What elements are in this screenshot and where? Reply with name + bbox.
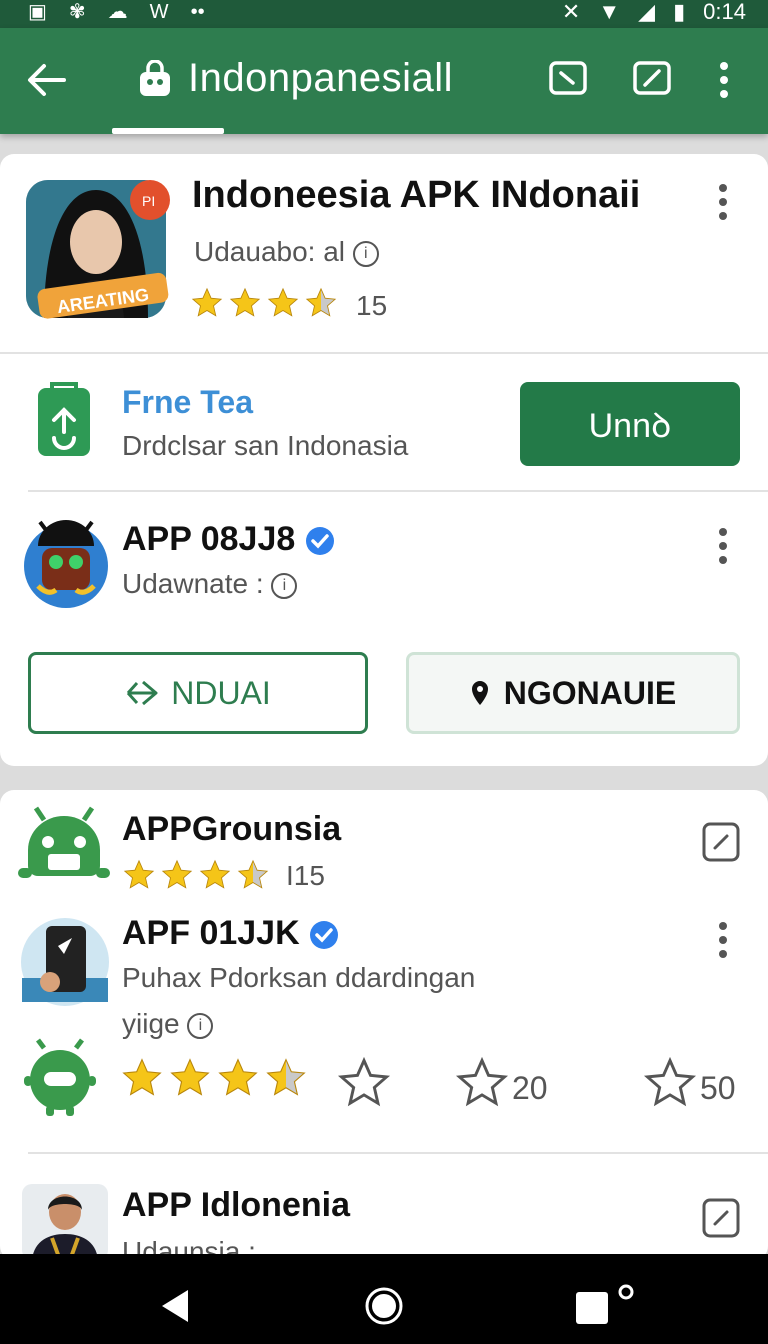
promo-subtitle: Drdclsar san Indonasia <box>122 430 409 461</box>
app-bar: Indonpanesiall <box>0 28 768 134</box>
system-nav-bar <box>0 1254 768 1344</box>
list-item-2-subtitle-2-text: yiige <box>122 1008 180 1039</box>
divider <box>28 1152 768 1154</box>
star-filled-icon <box>170 1058 210 1096</box>
person-avatar-icon[interactable] <box>22 1184 108 1260</box>
status-bar: ▣ ✾ ☁ W •• ✕ ▼ ◢ ▮ 0:14 <box>0 0 768 28</box>
list-item-1-title: APPGrounsia <box>122 810 342 848</box>
image-notification-icon: ▣ <box>28 1 47 23</box>
app1-secondary-button[interactable]: NGONAUIE <box>406 652 740 734</box>
edit-icon[interactable] <box>702 820 740 862</box>
battery-icon: ▮ <box>673 0 686 24</box>
list-item-2-title: APF 01JJK <box>122 914 300 952</box>
featured-app-icon[interactable]: PI AREATING <box>24 180 170 320</box>
star-filled-icon <box>267 287 299 317</box>
promo-title: Frne Tea <box>122 384 253 420</box>
w-notification-icon: W <box>149 1 169 23</box>
featured-card: PI AREATING Indoneesia APK INdonaii Udau… <box>0 154 768 766</box>
empty-star-icon[interactable] <box>336 1056 392 1110</box>
list-item-2-subtitle: Puhax Pdorksan ddardingan <box>122 962 476 993</box>
empty-star-icon[interactable] <box>454 1056 510 1110</box>
list-item-1-rating-stars <box>122 858 270 892</box>
bug-robot-icon <box>24 1038 96 1116</box>
list-item-2-rating-stars <box>120 1056 308 1100</box>
star-filled-icon <box>191 287 223 317</box>
list-item-2-subtitle-2: yiige i <box>122 1008 214 1040</box>
verified-badge-icon <box>305 527 334 556</box>
status-right-icons: ✕ ▼ ◢ ▮ 0:14 <box>562 0 746 24</box>
shopping-bag-download-icon <box>38 382 90 456</box>
star-half-icon <box>266 1058 306 1096</box>
star-filled-icon <box>229 287 261 317</box>
star-filled-icon <box>218 1058 258 1096</box>
send-icon <box>127 680 158 706</box>
list-item-3-title: APP Idlonenia <box>122 1186 350 1224</box>
featured-rating-count: 15 <box>356 290 388 321</box>
featured-subtitle-text: Udauabo: al <box>194 236 346 267</box>
featured-title: Indoneesia APK INdonaii <box>192 174 641 216</box>
app1-overflow-icon[interactable] <box>719 528 729 564</box>
rating-count-50: 50 <box>700 1070 736 1106</box>
svg-text:PI: PI <box>142 193 155 209</box>
wifi-icon: ▼ <box>598 0 621 24</box>
status-left-icons: ▣ ✾ ☁ W •• <box>28 0 205 24</box>
app1-subtitle: Udawnate : i <box>122 568 298 600</box>
app1-primary-button-label: NDUAI <box>171 674 271 711</box>
back-arrow-icon[interactable] <box>24 58 68 102</box>
list-item-2-title-row: APF 01JJK <box>122 914 339 953</box>
star-filled-icon <box>161 859 193 889</box>
app1-title-row: APP 08JJ8 <box>122 520 335 559</box>
more-notifications-icon: •• <box>190 1 205 23</box>
app1-secondary-button-label: NGONAUIE <box>503 674 677 711</box>
star-half-icon <box>237 859 269 889</box>
promo-action-button[interactable]: Unnꝺ <box>520 382 740 466</box>
android-app-icon[interactable] <box>20 516 112 608</box>
star-filled-icon <box>199 859 231 889</box>
tab-indicator <box>112 128 224 134</box>
star-filled-icon <box>122 1058 162 1096</box>
status-time: 0:14 <box>703 0 746 24</box>
featured-subtitle: Udauabo: al i <box>194 236 379 268</box>
mute-icon: ✕ <box>561 0 581 24</box>
info-icon[interactable]: i <box>271 572 298 599</box>
recents-nav-icon[interactable] <box>574 1284 638 1328</box>
divider <box>28 490 768 492</box>
empty-star-icon[interactable] <box>642 1056 698 1110</box>
app-bar-title: Indonpanesiall <box>188 56 453 100</box>
android-robot-icon[interactable] <box>18 806 110 886</box>
back-nav-icon[interactable] <box>160 1288 190 1324</box>
star-filled-icon <box>123 859 155 889</box>
divider <box>0 352 768 354</box>
signal-icon: ◢ <box>638 0 656 24</box>
info-icon[interactable]: i <box>352 240 379 267</box>
overflow-menu-icon[interactable] <box>720 62 730 98</box>
location-pin-icon <box>471 681 488 705</box>
featured-rating-stars <box>190 286 338 320</box>
home-nav-icon[interactable] <box>364 1286 404 1326</box>
app-bar-title-group: Indonpanesiall <box>136 56 453 101</box>
app1-subtitle-text: Udawnate : <box>122 568 264 599</box>
app-list-card: APPGrounsia I15 APF 01JJK Puhax Pdorksan… <box>0 790 768 1267</box>
info-icon[interactable]: i <box>187 1012 214 1039</box>
edit-icon[interactable] <box>632 58 672 98</box>
cloud-notification-icon: ☁ <box>107 1 128 23</box>
star-half-icon <box>305 287 337 317</box>
verified-badge-icon <box>310 921 339 950</box>
phone-app-icon[interactable] <box>20 916 110 1008</box>
edit-icon[interactable] <box>702 1196 740 1238</box>
shopping-bag-icon <box>140 59 170 96</box>
rating-count-20: 20 <box>512 1070 548 1106</box>
list-item-2-overflow-icon[interactable] <box>719 922 729 958</box>
app1-primary-button[interactable]: NDUAI <box>28 652 368 734</box>
featured-overflow-icon[interactable] <box>719 184 729 220</box>
fan-notification-icon: ✾ <box>68 1 86 23</box>
app1-title: APP 08JJ8 <box>122 520 296 558</box>
list-item-1-rating-count: I15 <box>286 860 325 891</box>
cast-icon[interactable] <box>548 58 588 98</box>
